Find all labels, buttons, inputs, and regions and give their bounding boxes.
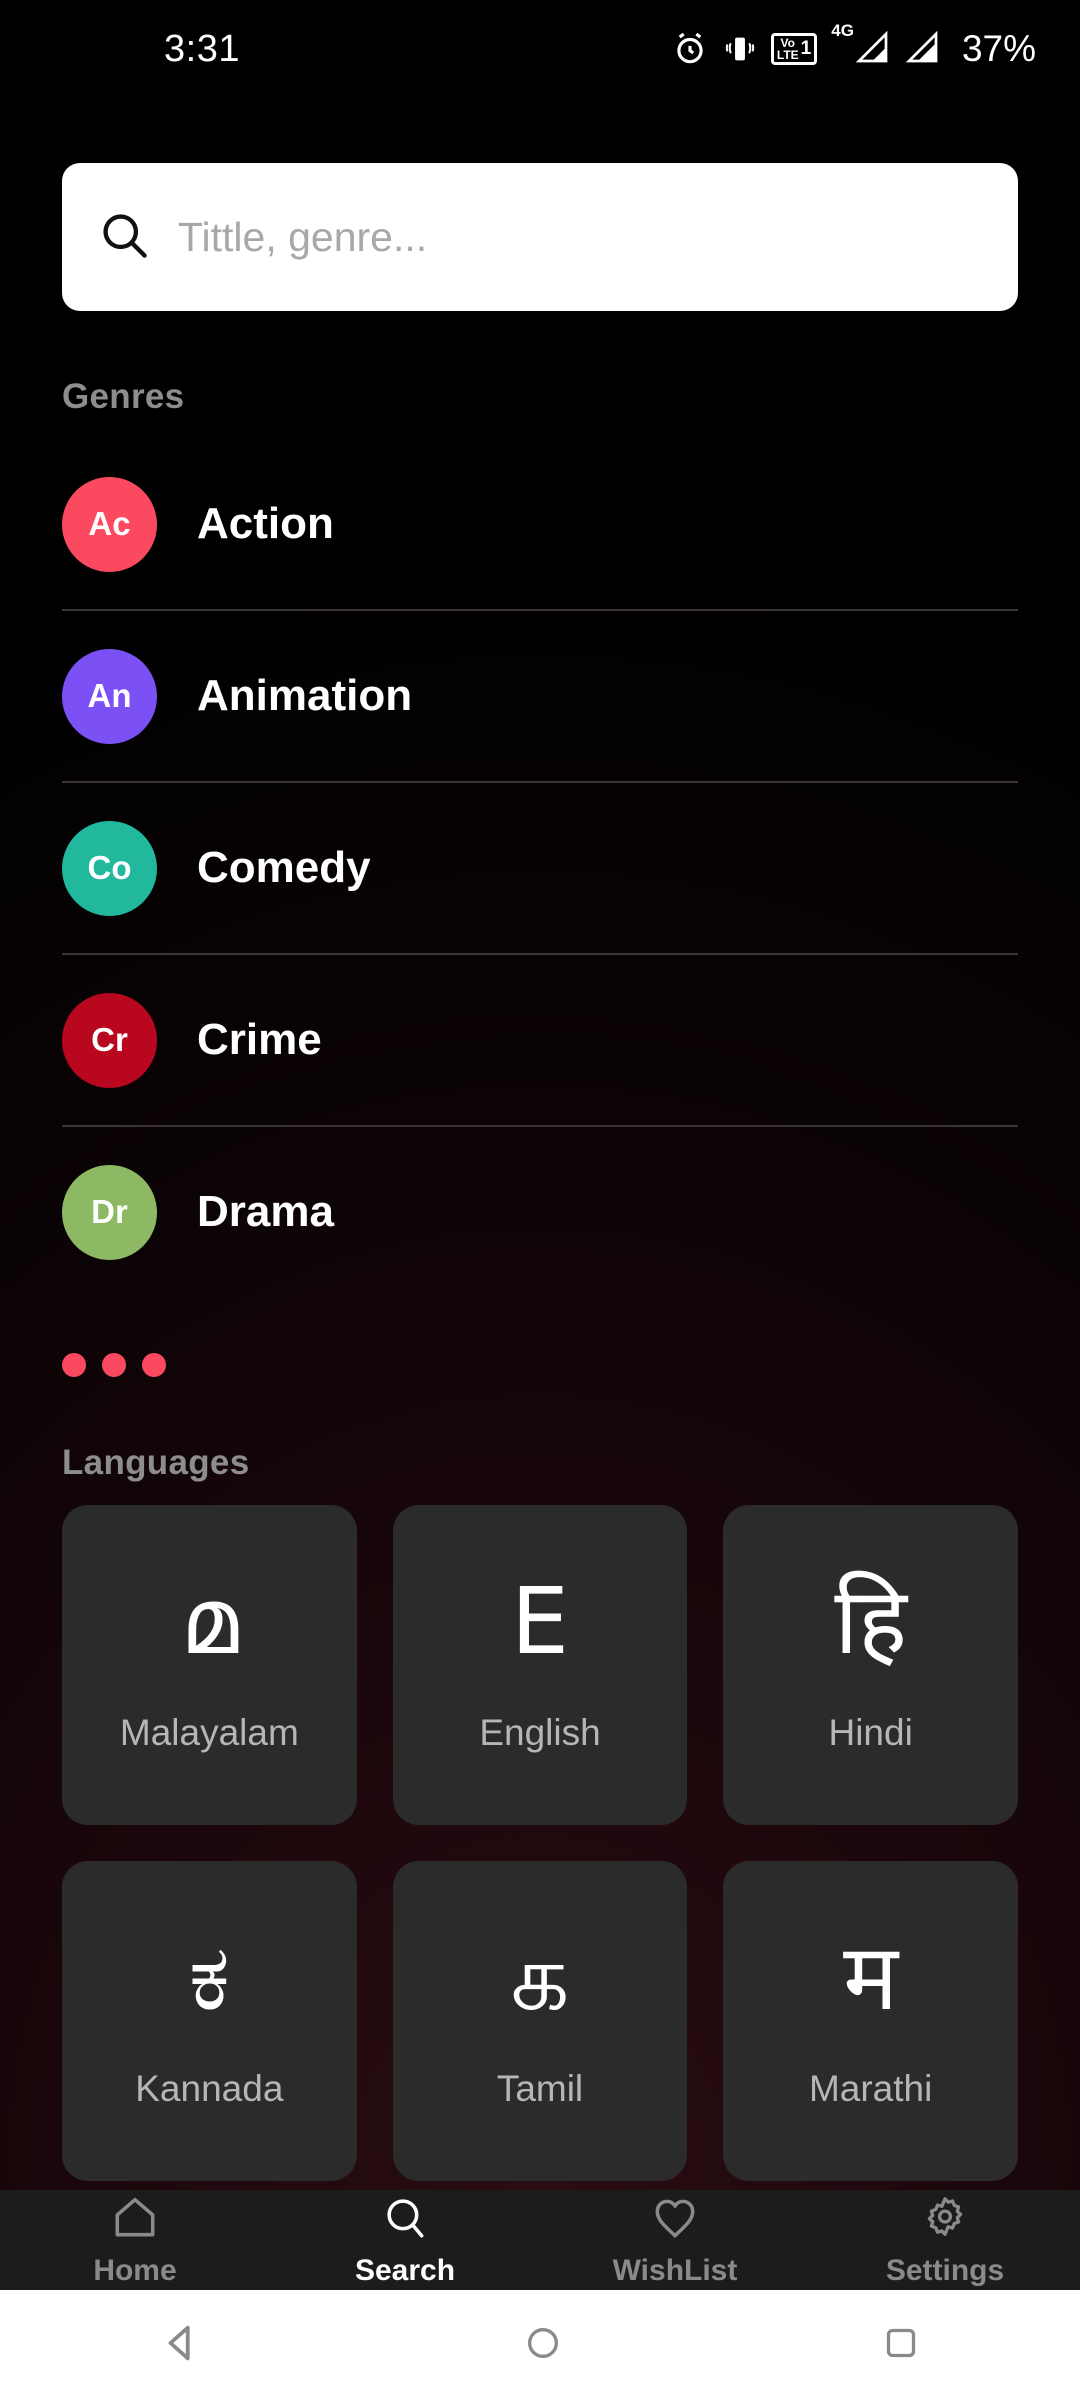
volte-icon: Vo LTE 1: [770, 33, 818, 65]
nav-label: Search: [354, 2253, 456, 2287]
gear-icon: [920, 2193, 970, 2248]
search-icon: [380, 2193, 430, 2248]
avatar: Ac: [62, 476, 157, 572]
search-input[interactable]: Tittle, genre...: [178, 214, 427, 261]
volte-sim-number: 1: [800, 38, 812, 60]
genre-label: Comedy: [197, 843, 371, 892]
pager-dot[interactable]: [62, 1353, 86, 1377]
genre-item-comedy[interactable]: Co Comedy: [62, 783, 1018, 953]
language-label: Kannada: [135, 2068, 284, 2109]
signal-icon-1: 4G: [831, 21, 892, 67]
languages-section-title: Languages: [62, 1443, 250, 1482]
signal-icon-2: [905, 31, 942, 67]
heart-icon: [650, 2193, 700, 2248]
genre-item-drama[interactable]: Dr Drama: [62, 1127, 1018, 1297]
nav-label: Home: [93, 2253, 177, 2287]
language-label: Marathi: [808, 2068, 933, 2109]
nav-label: WishList: [612, 2253, 738, 2287]
alarm-icon: [671, 30, 709, 68]
nav-label: Settings: [885, 2253, 1005, 2287]
genre-label: Drama: [197, 1187, 334, 1236]
volte-bottom-label: LTE: [776, 48, 799, 62]
status-bar: 3:31 Vo LTE 1 4G 37%: [0, 0, 1080, 98]
status-bar-icons: Vo LTE 1 4G 37%: [671, 21, 1036, 70]
scroll-content[interactable]: Tittle, genre... Genres Ac Action An Ani…: [0, 98, 1080, 2190]
language-label: Tamil: [496, 2068, 584, 2109]
pager-dot[interactable]: [142, 1353, 166, 1377]
malayalam-glyph-icon: മ: [180, 1568, 239, 1675]
app-screen: 3:31 Vo LTE 1 4G 37% Tittle, genre... Ge…: [0, 0, 1080, 2400]
genres-pager-dots[interactable]: [62, 1353, 1080, 1377]
search-icon: [98, 209, 150, 266]
languages-grid: മ Malayalam E English हि Hindi ಕ Kannada…: [62, 1505, 1018, 2181]
nav-item-home[interactable]: Home: [0, 2193, 270, 2288]
kannada-glyph-icon: ಕ: [188, 1924, 231, 2031]
genre-item-crime[interactable]: Cr Crime: [62, 955, 1018, 1125]
language-card-hindi[interactable]: हि Hindi: [723, 1505, 1018, 1825]
english-glyph-icon: E: [510, 1568, 570, 1675]
language-card-tamil[interactable]: க Tamil: [392, 1861, 688, 2181]
genre-label: Crime: [197, 1015, 322, 1064]
language-card-english[interactable]: E English: [392, 1505, 688, 1825]
hindi-glyph-icon: हि: [834, 1568, 907, 1675]
pager-dot[interactable]: [102, 1353, 126, 1377]
avatar: Cr: [62, 992, 157, 1088]
nav-item-search[interactable]: Search: [270, 2193, 540, 2288]
tamil-glyph-icon: க: [510, 1924, 570, 2031]
genres-section-title: Genres: [62, 377, 185, 416]
language-card-malayalam[interactable]: മ Malayalam: [62, 1505, 357, 1825]
language-label: Malayalam: [119, 1712, 299, 1753]
battery-percent-label: 37%: [961, 28, 1036, 69]
vibrate-icon: [723, 32, 757, 66]
avatar: An: [62, 648, 157, 744]
nav-item-settings[interactable]: Settings: [810, 2193, 1080, 2288]
network-type-label: 4G: [831, 21, 854, 40]
status-bar-time: 3:31: [164, 27, 240, 70]
language-card-kannada[interactable]: ಕ Kannada: [62, 1861, 357, 2181]
home-icon: [110, 2193, 160, 2248]
avatar: Dr: [62, 1164, 157, 1260]
genre-label: Animation: [197, 671, 413, 720]
home-circle-icon[interactable]: [523, 2323, 563, 2368]
language-label: Hindi: [828, 1712, 913, 1753]
genre-item-animation[interactable]: An Animation: [62, 611, 1018, 781]
genre-item-action[interactable]: Ac Action: [62, 439, 1018, 609]
avatar: Co: [62, 820, 157, 916]
recents-square-icon[interactable]: [881, 2323, 921, 2368]
genres-list: Ac Action An Animation Co Comedy Cr Crim…: [62, 439, 1018, 1297]
search-bar[interactable]: Tittle, genre...: [62, 163, 1018, 311]
genre-label: Action: [197, 499, 334, 548]
marathi-glyph-icon: म: [843, 1924, 899, 2031]
android-system-nav: [0, 2290, 1080, 2400]
language-label: English: [479, 1712, 601, 1753]
bottom-navigation-bar: Home Search WishList Settings: [0, 2190, 1080, 2290]
language-card-marathi[interactable]: म Marathi: [723, 1861, 1018, 2181]
back-triangle-icon[interactable]: [159, 2320, 205, 2371]
nav-item-wishlist[interactable]: WishList: [540, 2193, 810, 2288]
